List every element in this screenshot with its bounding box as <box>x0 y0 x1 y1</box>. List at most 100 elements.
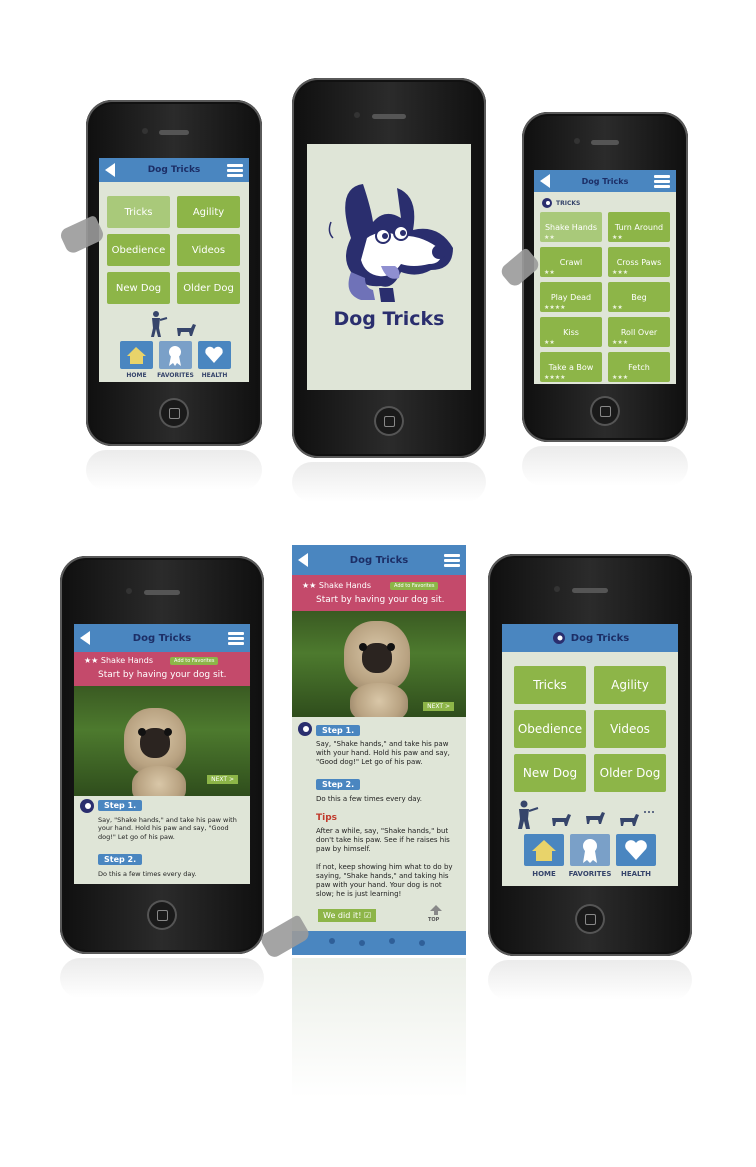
we-did-it-button[interactable]: We did it! ☑ <box>318 909 377 922</box>
dog-head-icon <box>80 799 94 813</box>
back-arrow-icon[interactable] <box>80 631 90 645</box>
trick-button[interactable]: Take a Bow ★★★★ <box>540 352 602 382</box>
trick-stars: ★★★★ <box>544 304 566 311</box>
health-tab-label: HEALTH <box>621 870 651 878</box>
trick-stars: ★★ <box>544 234 555 241</box>
top-link[interactable]: TOP <box>428 917 439 923</box>
up-arrow-icon[interactable] <box>430 905 442 915</box>
app-title: Dog Tricks <box>147 165 201 175</box>
app-title: Dog Tricks <box>570 632 630 644</box>
dog-head-icon <box>552 632 565 644</box>
menu-agility-button[interactable]: Agility <box>177 196 240 228</box>
top-bar: Dog Tricks <box>292 545 466 575</box>
menu-videos-button[interactable]: Videos <box>177 234 240 266</box>
top-bar: Dog Tricks <box>99 158 249 182</box>
trick-title: ★★ Shake Hands <box>84 656 153 665</box>
phone-menu-small: Dog Tricks Tricks Agility Obedience Vide… <box>86 100 262 446</box>
trick-label: Turn Around <box>614 222 664 232</box>
speaker <box>159 130 189 135</box>
home-icon <box>127 347 146 364</box>
trick-label: Fetch <box>628 362 650 372</box>
home-tab-label: HOME <box>532 870 556 878</box>
dog-head-icon <box>298 722 312 736</box>
front-camera <box>574 138 580 144</box>
health-tab-button[interactable] <box>616 834 656 866</box>
trick-subtitle: Start by having your dog sit. <box>316 595 445 605</box>
add-to-favorites-button[interactable]: Add to Favorites <box>390 582 439 590</box>
menu-tricks-label: Tricks <box>533 678 567 692</box>
home-icon <box>532 840 556 861</box>
trick-stars: ★★ <box>612 304 623 311</box>
menu-new-dog-label: New Dog <box>522 766 578 780</box>
trick-button[interactable]: Beg ★★ <box>608 282 670 312</box>
home-hardware-button[interactable] <box>147 900 177 930</box>
trick-button[interactable]: Roll Over ★★★ <box>608 317 670 347</box>
menu-older-dog-label: Older Dog <box>599 766 661 780</box>
trick-label: Beg <box>631 292 647 302</box>
footer-bar <box>292 931 466 955</box>
back-arrow-icon[interactable] <box>298 553 308 567</box>
favorites-tab-button[interactable] <box>570 834 610 866</box>
favorites-tab-label: FAVORITES <box>157 372 194 379</box>
pug-image <box>344 621 410 691</box>
trick-button[interactable]: Cross Paws ★★★ <box>608 247 670 277</box>
menu-older-dog-button[interactable]: Older Dog <box>177 272 240 304</box>
top-bar: Dog Tricks <box>534 170 676 192</box>
hamburger-menu-icon[interactable] <box>654 173 670 190</box>
menu-obedience-button[interactable]: Obedience <box>107 234 170 266</box>
health-tab-button[interactable] <box>198 341 231 369</box>
dog-head-icon <box>542 198 552 208</box>
menu-agility-button[interactable]: Agility <box>594 666 666 704</box>
menu-new-dog-button[interactable]: New Dog <box>107 272 170 304</box>
home-tab-button[interactable] <box>120 341 153 369</box>
trick-stars: ★★★ <box>612 339 629 346</box>
hamburger-menu-icon[interactable] <box>228 630 244 647</box>
add-to-favorites-button[interactable]: Add to Favorites <box>170 657 219 665</box>
step2-badge: Step 2. <box>98 854 143 865</box>
menu-obedience-button[interactable]: Obedience <box>514 710 586 748</box>
home-hardware-button[interactable] <box>575 904 605 934</box>
health-tab-label: HEALTH <box>201 372 228 379</box>
menu-tricks-button[interactable]: Tricks <box>107 196 170 228</box>
home-tab-button[interactable] <box>524 834 564 866</box>
trick-button[interactable]: Play Dead ★★★★ <box>540 282 602 312</box>
next-button[interactable]: NEXT > <box>423 702 454 711</box>
menu-videos-label: Videos <box>610 722 650 736</box>
home-hardware-button[interactable] <box>590 396 620 426</box>
hamburger-menu-icon[interactable] <box>227 162 243 179</box>
trick-stars: ★★★★ <box>544 374 566 381</box>
hamburger-menu-icon[interactable] <box>444 552 460 569</box>
heart-icon <box>205 346 223 363</box>
trick-stars: ★★ <box>544 339 555 346</box>
trick-label: Play Dead <box>550 292 592 302</box>
trick-button[interactable]: Shake Hands ★★ <box>540 212 602 242</box>
screen-reflection <box>292 958 466 1098</box>
step1-badge: Step 1. <box>98 800 143 811</box>
app-title: Dog Tricks <box>132 632 192 644</box>
back-arrow-icon[interactable] <box>105 163 115 177</box>
home-hardware-button[interactable] <box>374 406 404 436</box>
home-hardware-button[interactable] <box>159 398 189 428</box>
front-camera <box>354 112 360 118</box>
phone-reflection <box>86 450 262 490</box>
dog-logo-icon <box>328 184 453 302</box>
menu-obedience-label: Obedience <box>517 722 583 736</box>
trick-button[interactable]: Turn Around ★★ <box>608 212 670 242</box>
trick-stars: ★★★ <box>612 374 629 381</box>
next-button[interactable]: NEXT > <box>207 775 238 784</box>
trick-button[interactable]: Kiss ★★ <box>540 317 602 347</box>
splash-screen: Dog Tricks <box>307 144 471 390</box>
favorites-tab-label: FAVORITES <box>568 870 612 878</box>
app-title: Dog Tricks <box>349 554 409 566</box>
menu-videos-button[interactable]: Videos <box>594 710 666 748</box>
trick-button[interactable]: Fetch ★★★ <box>608 352 670 382</box>
menu-new-dog-button[interactable]: New Dog <box>514 754 586 792</box>
menu-tricks-button[interactable]: Tricks <box>514 666 586 704</box>
phone-reflection <box>60 958 264 998</box>
trick-header: ★★ Shake Hands Add to Favorites Start by… <box>292 575 466 611</box>
trick-button[interactable]: Crawl ★★ <box>540 247 602 277</box>
favorites-tab-button[interactable] <box>159 341 192 369</box>
phone-reflection <box>488 960 692 1000</box>
menu-older-dog-button[interactable]: Older Dog <box>594 754 666 792</box>
back-arrow-icon[interactable] <box>540 174 550 188</box>
